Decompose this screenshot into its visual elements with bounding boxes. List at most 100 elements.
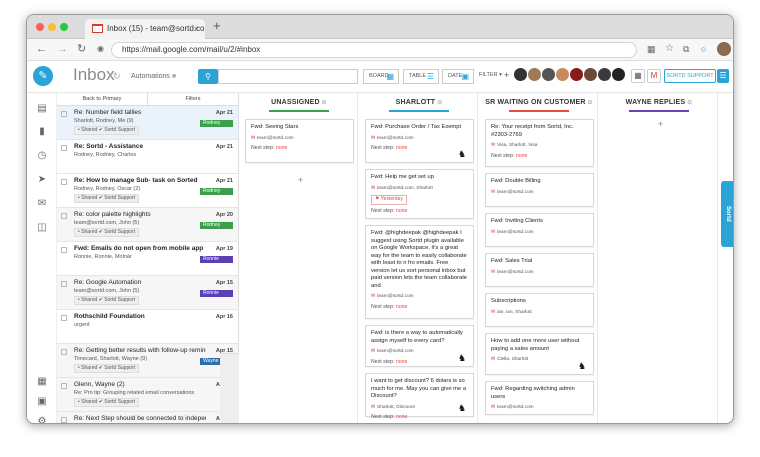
add-card-button[interactable]: +	[658, 119, 663, 129]
refresh-icon[interactable]: ↻	[113, 71, 121, 82]
reload-icon[interactable]: ↻	[77, 43, 86, 55]
list-item[interactable]: Re: Number field tallies Apr 21 Sharlott, …	[57, 106, 238, 140]
member-avatar[interactable]	[598, 68, 611, 81]
mail-open-icon[interactable]: ✉	[36, 198, 48, 210]
column-header[interactable]: WAYNE REPLIES ⊝	[601, 99, 717, 106]
list-item[interactable]: Re: color palette highlights Apr 20 team@s…	[57, 208, 238, 242]
checkbox[interactable]	[61, 417, 67, 423]
board-view-button[interactable]: BOARD ▦	[363, 69, 399, 84]
close-tab-icon[interactable]: ×	[194, 19, 199, 39]
browser-avatar[interactable]	[717, 42, 731, 56]
checkbox[interactable]	[61, 111, 67, 117]
board-card[interactable]: Fwd: Regarding switching admin users team…	[485, 381, 594, 415]
profile-icon[interactable]: ○	[701, 43, 706, 55]
checkbox[interactable]	[61, 383, 67, 389]
checkbox[interactable]	[61, 179, 67, 185]
search-button[interactable]: ⚲	[198, 69, 218, 84]
browser-toolbar: ← → ↻ ◉ https://mail.google.com/mail/u/2…	[27, 39, 733, 61]
contacts-icon[interactable]: ▣	[36, 396, 48, 408]
column-collapse-icon[interactable]: ⊝	[586, 100, 593, 106]
list-item[interactable]: Re: How to manage Sub- task on Sorted Apr…	[57, 174, 238, 208]
add-member-icon[interactable]: +	[504, 70, 509, 80]
send-icon[interactable]: ➤	[36, 174, 48, 186]
inbox-icon[interactable]: ▤	[36, 103, 48, 115]
board-card[interactable]: Fwd: Sales Trial team@sortd.com	[485, 253, 594, 287]
back-to-primary-button[interactable]: Back to Primary	[57, 93, 148, 105]
checkbox[interactable]	[61, 349, 67, 355]
list-item[interactable]: Fwd: Emails do not open from mobile app A…	[57, 242, 238, 276]
search-input[interactable]	[218, 69, 358, 84]
list-item[interactable]: Re: Sortd - Assistance Apr 21 Rodney, Rodn…	[57, 140, 238, 174]
member-avatar[interactable]	[542, 68, 555, 81]
automations-link[interactable]: Automations ■	[131, 73, 176, 80]
board-card[interactable]: Re: Your receipt from Sortd, Inc. #2303-…	[485, 119, 594, 167]
checkbox[interactable]	[61, 145, 67, 151]
new-tab-button[interactable]: +	[213, 18, 221, 33]
board-card[interactable]: Fwd: Inviting Clients team@sortd.com	[485, 213, 594, 247]
member-avatar[interactable]	[514, 68, 527, 81]
list-item[interactable]: Re: Next Step should be connected to ind…	[57, 412, 238, 423]
board-card[interactable]: Fwd: Seeing Stars team@sortd.com Next step…	[245, 119, 354, 163]
extensions-icon[interactable]: ▦	[647, 43, 656, 55]
member-avatar[interactable]	[612, 68, 625, 81]
checkbox[interactable]	[61, 281, 67, 287]
column-header[interactable]: UNASSIGNED ⊝	[241, 99, 357, 106]
filters-button[interactable]: Filters	[148, 93, 238, 105]
board-card[interactable]: Fwd: Help me get set up team@sortd.com, S…	[365, 169, 474, 219]
list-item[interactable]: Glenn, Wayne (2)Apr 15Re: Pro tip: Group…	[57, 378, 238, 412]
checkbox[interactable]	[61, 315, 67, 321]
board-card[interactable]: How to add one more user without paying …	[485, 333, 594, 375]
sortd-support-button[interactable]: SORTD SUPPORT	[664, 69, 716, 83]
board-card[interactable]: Fwd: @highdeepak @highdeepak I suggest u…	[365, 225, 474, 319]
column-header[interactable]: SHARLOTT ⊝	[361, 99, 477, 106]
favorites-icon[interactable]: ☆	[665, 43, 674, 55]
gmail-logo-icon[interactable]: M	[647, 69, 661, 83]
close-window-button[interactable]	[36, 23, 44, 31]
table-view-button[interactable]: TABLE ☰	[403, 69, 439, 84]
date-view-button[interactable]: DATE ▣	[442, 69, 474, 84]
settings-gear-icon[interactable]: ⚙	[36, 416, 48, 423]
folder-icon[interactable]: ▮	[36, 126, 48, 138]
forward-icon[interactable]: →	[57, 43, 68, 55]
clock-icon[interactable]: ◷	[36, 150, 48, 162]
board-card[interactable]: Fwd: Double Billing team@sortd.com	[485, 173, 594, 207]
address-bar[interactable]: https://mail.google.com/mail/u/2/#inbox	[111, 42, 637, 58]
label-icon[interactable]: ◫	[36, 222, 48, 234]
list-item[interactable]: Re: Google Automation Apr 15 team@sortd.co…	[57, 276, 238, 310]
card-email: Visa, Sharlott, Visa	[491, 142, 588, 150]
menu-icon[interactable]: ☰	[717, 69, 729, 83]
board-card[interactable]: I want to get discount? 6 dolars is so m…	[365, 373, 474, 420]
column-collapse-icon[interactable]: ⊝	[685, 100, 692, 106]
checkbox[interactable]	[61, 213, 67, 219]
member-avatar[interactable]	[570, 68, 583, 81]
browser-tab[interactable]: Inbox (15) - team@sortd.com ×	[85, 19, 205, 39]
list-item[interactable]: Rothschild Foundation Apr 16 urgent	[57, 310, 238, 344]
member-avatar[interactable]	[556, 68, 569, 81]
board-card[interactable]: Subscriptions ian, ian, Sharlott	[485, 293, 594, 327]
reminder-badge[interactable]: ⚑ Yesterday	[371, 195, 407, 205]
card-next-step: Next step: none	[371, 145, 468, 153]
member-avatar[interactable]	[528, 68, 541, 81]
collections-icon[interactable]: ⧉	[683, 43, 689, 55]
board-card[interactable]: Fwd: is there a way to automatically ass…	[365, 325, 474, 367]
checkbox[interactable]	[61, 247, 67, 253]
minimize-window-button[interactable]	[48, 23, 56, 31]
apps-grid-icon[interactable]: ▦	[631, 69, 645, 83]
next-step-label: Next step:	[491, 152, 515, 159]
maximize-window-button[interactable]	[60, 23, 68, 31]
board-rail-icon[interactable]: ▦	[36, 376, 48, 388]
add-card-button[interactable]: +	[298, 175, 303, 185]
list-item[interactable]: Re: Getting better results with follow-u…	[57, 344, 238, 378]
column-collapse-icon[interactable]: ⊝	[435, 100, 442, 106]
column-collapse-icon[interactable]: ⊝	[320, 100, 327, 106]
back-icon[interactable]: ←	[36, 43, 47, 55]
sortd-squirrel-icon: ♞	[458, 353, 467, 363]
compose-button[interactable]: ✎	[33, 66, 53, 86]
member-avatar[interactable]	[584, 68, 597, 81]
message-subject: Re: Number field tallies	[74, 109, 142, 116]
filter-button[interactable]: FILTER ▾	[479, 72, 502, 78]
board-card[interactable]: Fwd: Purchase Order / Tax Exempt team@sor…	[365, 119, 474, 163]
sortd-side-tab[interactable]: Sortd	[721, 181, 733, 247]
column-header[interactable]: SR WAITING ON CUSTOMER ⊝	[481, 99, 597, 106]
message-from: Rodney, Rodney, Charles	[74, 152, 137, 158]
